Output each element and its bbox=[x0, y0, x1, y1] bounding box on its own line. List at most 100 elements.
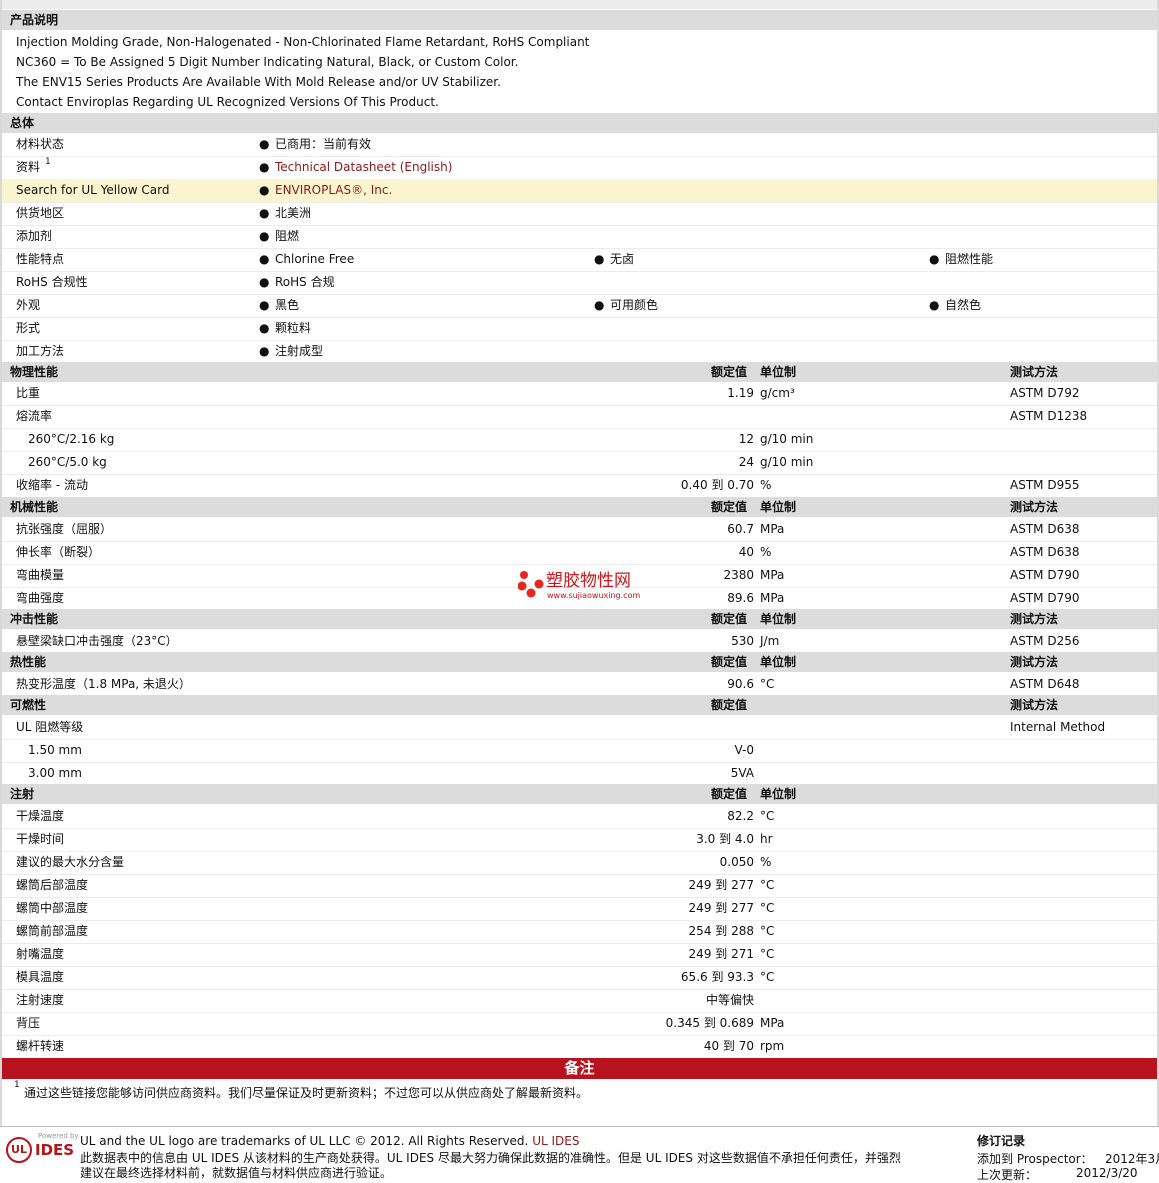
row-form: 形式 ● 颗粒料 bbox=[2, 317, 1157, 341]
property-value: 89.6 bbox=[727, 591, 754, 605]
property-row: 260°C/2.16 kg 12 g/10 min bbox=[2, 428, 1157, 452]
property-row: 螺筒前部温度 254 到 288 °C bbox=[2, 920, 1157, 944]
row-value: 已商用：当前有效 bbox=[275, 137, 372, 151]
revision-updated-value: 2012/3/20 bbox=[1076, 1166, 1138, 1180]
header-nominal: 额定值 bbox=[711, 787, 748, 801]
property-value: 530 bbox=[731, 634, 754, 648]
property-method: ASTM D648 bbox=[1010, 677, 1080, 691]
property-name: 热变形温度（1.8 MPa, 未退火） bbox=[16, 677, 191, 691]
footnote-ref: 1 bbox=[45, 157, 51, 167]
bullet-icon: ● bbox=[259, 344, 270, 358]
property-unit: MPa bbox=[760, 568, 785, 582]
property-name: 熔流率 bbox=[16, 409, 53, 423]
footer-divider bbox=[0, 1126, 1159, 1127]
row-value: 无卤 bbox=[610, 252, 635, 266]
row-label: 材料状态 bbox=[16, 137, 65, 151]
row-value: 注射成型 bbox=[275, 344, 324, 358]
property-method: ASTM D790 bbox=[1010, 591, 1080, 605]
property-unit: % bbox=[760, 855, 772, 869]
property-name: 比重 bbox=[16, 386, 41, 400]
watermark-text: 塑胶物性网 bbox=[546, 571, 631, 591]
property-name: 3.00 mm bbox=[28, 766, 82, 780]
row-value: 阻燃 bbox=[275, 229, 300, 243]
property-method: ASTM D790 bbox=[1010, 568, 1080, 582]
property-unit: hr bbox=[760, 832, 773, 846]
bullet-icon: ● bbox=[259, 160, 270, 174]
ul-ides-logo: Powered by UL IDES bbox=[4, 1132, 79, 1172]
property-method: ASTM D1238 bbox=[1010, 409, 1088, 423]
property-row: 熔流率 ASTM D1238 bbox=[2, 405, 1157, 429]
section-title: 注射 bbox=[10, 787, 35, 801]
property-value: 1.19 bbox=[727, 386, 754, 400]
property-unit: °C bbox=[760, 901, 775, 915]
property-row: 抗张强度（屈服） 60.7 MPa ASTM D638 bbox=[2, 518, 1157, 542]
property-name: 螺筒前部温度 bbox=[16, 924, 89, 938]
section-header-general: 总体 bbox=[2, 113, 1157, 133]
header-method: 测试方法 bbox=[1010, 655, 1059, 669]
property-unit: °C bbox=[760, 809, 775, 823]
property-unit: °C bbox=[760, 924, 775, 938]
row-value: Chlorine Free bbox=[275, 252, 355, 266]
property-method: ASTM D638 bbox=[1010, 545, 1080, 559]
property-unit: °C bbox=[760, 970, 775, 984]
header-method: 测试方法 bbox=[1010, 612, 1059, 626]
trademark-text: UL and the UL logo are trademarks of UL … bbox=[80, 1134, 529, 1148]
row-appearance: 外观 ● 黑色 ● 可用颜色 ● 自然色 bbox=[2, 294, 1157, 318]
property-row: 干燥温度 82.2 °C bbox=[2, 805, 1157, 829]
ul-yellow-card-link[interactable]: ENVIROPLAS®, Inc. bbox=[275, 179, 392, 202]
section-header-physical: 物理性能 额定值 单位制 测试方法 bbox=[2, 362, 1157, 382]
header-method: 测试方法 bbox=[1010, 500, 1059, 514]
watermark-logo-icon bbox=[518, 571, 544, 598]
property-method: ASTM D955 bbox=[1010, 478, 1080, 492]
property-name: 收缩率 - 流动 bbox=[16, 478, 88, 492]
property-row: 背压 0.345 到 0.689 MPa bbox=[2, 1012, 1157, 1036]
ides-logo-text: IDES bbox=[35, 1141, 75, 1159]
property-row: 3.00 mm 5VA bbox=[2, 762, 1157, 786]
property-row: 螺筒中部温度 249 到 277 °C bbox=[2, 897, 1157, 921]
description-line: NC360 = To Be Assigned 5 Digit Number In… bbox=[16, 55, 519, 69]
property-row: 建议的最大水分含量 0.050% bbox=[2, 851, 1157, 875]
property-name: 螺筒后部温度 bbox=[16, 878, 89, 892]
row-label: Search for UL Yellow Card bbox=[16, 183, 170, 197]
row-label: 添加剂 bbox=[16, 229, 53, 243]
row-label: 形式 bbox=[16, 321, 41, 335]
header-nominal: 额定值 bbox=[711, 655, 748, 669]
disclaimer-line-2: 建议在最终选择材料前，就数据值与材料供应商进行验证。 bbox=[80, 1166, 393, 1180]
bullet-icon: ● bbox=[929, 252, 940, 266]
property-unit: MPa bbox=[760, 522, 785, 536]
revision-added-value: 2012年3月 bbox=[1105, 1152, 1159, 1166]
datasheet-link[interactable]: Technical Datasheet (English) bbox=[275, 156, 452, 179]
section-header-product-desc: 产品说明 bbox=[2, 10, 1157, 30]
revision-added-label: 添加到 Prospector： bbox=[977, 1152, 1093, 1166]
description-line: Injection Molding Grade, Non-Halogenated… bbox=[16, 35, 590, 49]
property-method: ASTM D256 bbox=[1010, 634, 1080, 648]
section-header-injection: 注射 额定值 单位制 bbox=[2, 784, 1157, 804]
property-value: 249 到 277 bbox=[688, 901, 754, 915]
revision-updated-label: 上次更新： bbox=[977, 1168, 1038, 1182]
property-unit: °C bbox=[760, 677, 775, 691]
property-unit: g/10 min bbox=[760, 455, 814, 469]
property-row: 螺筒后部温度 249 到 277 °C bbox=[2, 874, 1157, 898]
property-value: 90.6 bbox=[727, 677, 754, 691]
header-nominal: 额定值 bbox=[711, 698, 748, 712]
footnote-text: 通过这些链接您能够访问供应商资料。我们尽量保证及时更新资料；不过您可以从供应商处… bbox=[24, 1086, 589, 1100]
ul-ides-link[interactable]: UL IDES bbox=[532, 1134, 579, 1148]
property-unit: °C bbox=[760, 947, 775, 961]
property-value: 12 bbox=[738, 432, 754, 446]
property-unit: % bbox=[760, 478, 772, 492]
property-name: 射嘴温度 bbox=[16, 947, 65, 961]
property-value: 40 到 70 bbox=[703, 1039, 754, 1053]
row-label: 性能特点 bbox=[16, 252, 65, 266]
section-header-mechanical: 机械性能 额定值 单位制 测试方法 bbox=[2, 497, 1157, 517]
property-value: 2380 bbox=[723, 568, 754, 582]
property-value: 0.050 bbox=[719, 855, 754, 869]
row-label: 资料 bbox=[16, 160, 41, 174]
property-value: 中等偏快 bbox=[705, 993, 754, 1007]
section-title: 冲击性能 bbox=[10, 612, 59, 626]
property-row: 热变形温度（1.8 MPa, 未退火） 90.6 °C ASTM D648 bbox=[2, 673, 1157, 697]
property-row: UL 阻燃等级 Internal Method bbox=[2, 716, 1157, 740]
property-unit: g/cm³ bbox=[760, 386, 795, 400]
property-row: 悬壁梁缺口冲击强度（23°C） 530 J/m ASTM D256 bbox=[2, 630, 1157, 654]
property-unit: J/m bbox=[760, 634, 780, 648]
property-unit: % bbox=[760, 545, 772, 559]
